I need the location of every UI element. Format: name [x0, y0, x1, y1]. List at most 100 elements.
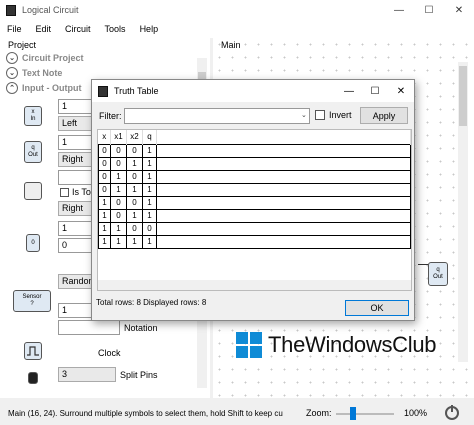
truth-table-grid[interactable]: x x1 x2 q 000100110101011110011011110011…	[97, 129, 412, 291]
table-cell[interactable]: 1	[126, 208, 143, 223]
zoom-slider-thumb[interactable]	[350, 407, 357, 420]
column-header[interactable]: x	[98, 130, 111, 144]
ok-button[interactable]: OK	[345, 300, 409, 316]
column-header[interactable]: q	[142, 130, 157, 144]
table-header-row: x x1 x2 q	[98, 130, 411, 144]
table-cell[interactable]: 1	[142, 234, 157, 249]
table-row[interactable]: 0101	[98, 169, 411, 184]
output-symbol-placed[interactable]: q Out	[428, 262, 448, 286]
filter-input[interactable]	[124, 108, 310, 124]
table-cell[interactable]: 0	[126, 221, 143, 236]
table-cell[interactable]: 1	[98, 195, 111, 210]
table-cell[interactable]: 1	[126, 182, 143, 197]
table-cell[interactable]: 1	[142, 182, 157, 197]
dialog-title: Truth Table	[114, 86, 159, 96]
expand-icon: ⌄	[6, 52, 18, 64]
section-label: Input - Output	[22, 83, 82, 93]
symbol-text: Sensor	[22, 294, 42, 300]
table-cell[interactable]: 0	[110, 195, 127, 210]
table-cell[interactable]: 1	[98, 221, 111, 236]
table-row[interactable]: 0011	[98, 156, 411, 171]
zoom-value: 100%	[404, 408, 428, 418]
table-cell[interactable]: 1	[142, 156, 157, 171]
table-row[interactable]: 0001	[98, 143, 411, 158]
table-cell-filler	[156, 208, 411, 223]
table-cell[interactable]: 1	[110, 234, 127, 249]
table-cell-filler	[156, 195, 411, 210]
clock-label: Clock	[98, 348, 121, 358]
button-symbol[interactable]	[24, 182, 42, 200]
table-cell[interactable]: 0	[110, 143, 127, 158]
menu-tools[interactable]: Tools	[98, 24, 133, 34]
notation-field[interactable]	[58, 320, 120, 335]
table-row[interactable]: 1100	[98, 221, 411, 236]
split-pins-select[interactable]: 3	[58, 367, 116, 382]
scroll-thumb[interactable]	[459, 66, 467, 126]
table-cell[interactable]: 0	[98, 156, 111, 171]
menu-edit[interactable]: Edit	[29, 24, 59, 34]
app-icon	[6, 4, 16, 16]
table-cell[interactable]: 1	[142, 208, 157, 223]
table-cell[interactable]: 1	[142, 195, 157, 210]
dialog-minimize-button[interactable]: —	[336, 80, 362, 102]
input-symbol[interactable]: x In	[24, 106, 42, 126]
menu-help[interactable]: Help	[133, 24, 166, 34]
close-button[interactable]: ✕	[444, 0, 474, 20]
grid-horizontal-scrollbar[interactable]	[98, 280, 411, 290]
table-cell[interactable]: 0	[126, 143, 143, 158]
table-cell[interactable]: 0	[98, 169, 111, 184]
invert-checkbox[interactable]	[315, 110, 325, 120]
table-cell-filler	[156, 156, 411, 171]
watermark: TheWindowsClub	[236, 332, 437, 358]
symbol-text: q	[31, 145, 35, 151]
table-cell[interactable]: 1	[126, 234, 143, 249]
output-symbol[interactable]: q Out	[24, 141, 42, 163]
table-row[interactable]: 1001	[98, 195, 411, 210]
table-row[interactable]: 0111	[98, 182, 411, 197]
splitter-symbol[interactable]	[28, 372, 38, 384]
symbol-text: x	[31, 109, 35, 115]
maximize-button[interactable]: ☐	[414, 0, 444, 20]
table-cell[interactable]: 0	[142, 221, 157, 236]
dialog-maximize-button[interactable]: ☐	[362, 80, 388, 102]
sensor-symbol[interactable]: Sensor ?	[13, 290, 51, 312]
apply-button[interactable]: Apply	[360, 107, 408, 124]
status-bar: Main (16, 24). Surround multiple symbols…	[0, 401, 474, 425]
power-icon[interactable]	[445, 405, 459, 420]
table-cell[interactable]: 0	[110, 208, 127, 223]
table-row[interactable]: 1011	[98, 208, 411, 223]
section-text-note[interactable]: ⌄ Text Note	[6, 67, 62, 79]
constant-symbol[interactable]: 0	[26, 234, 40, 252]
table-cell[interactable]: 0	[126, 169, 143, 184]
table-cell-filler	[156, 234, 411, 249]
column-header[interactable]: x2	[126, 130, 143, 144]
table-cell-filler	[156, 169, 411, 184]
project-label: Project	[8, 40, 37, 50]
table-cell[interactable]: 1	[110, 221, 127, 236]
menu-file[interactable]: File	[0, 24, 29, 34]
table-cell[interactable]: 1	[142, 169, 157, 184]
table-cell[interactable]: 1	[142, 143, 157, 158]
zoom-slider[interactable]	[336, 413, 394, 415]
table-cell[interactable]: 0	[98, 143, 111, 158]
table-cell[interactable]: 1	[110, 182, 127, 197]
table-cell[interactable]: 0	[126, 195, 143, 210]
table-cell[interactable]: 1	[126, 156, 143, 171]
table-cell[interactable]: 0	[98, 182, 111, 197]
table-cell[interactable]: 1	[98, 234, 111, 249]
symbol-text: In	[30, 116, 36, 122]
dialog-titlebar: Truth Table — ☐ ✕	[92, 80, 414, 102]
minimize-button[interactable]: —	[384, 0, 414, 20]
table-cell[interactable]: 1	[98, 208, 111, 223]
menu-circuit[interactable]: Circuit	[58, 24, 98, 34]
main-scrollbar[interactable]	[458, 62, 468, 362]
is-toggle-checkbox[interactable]	[60, 188, 69, 197]
column-header[interactable]: x1	[110, 130, 127, 144]
dialog-close-button[interactable]: ✕	[388, 80, 414, 102]
section-input-output[interactable]: ⌃ Input - Output	[6, 82, 81, 94]
table-cell[interactable]: 0	[110, 156, 127, 171]
table-cell[interactable]: 1	[110, 169, 127, 184]
clock-symbol[interactable]	[24, 342, 42, 360]
table-row[interactable]: 1111	[98, 234, 411, 249]
section-circuit-project[interactable]: ⌄ Circuit Project	[6, 52, 84, 64]
